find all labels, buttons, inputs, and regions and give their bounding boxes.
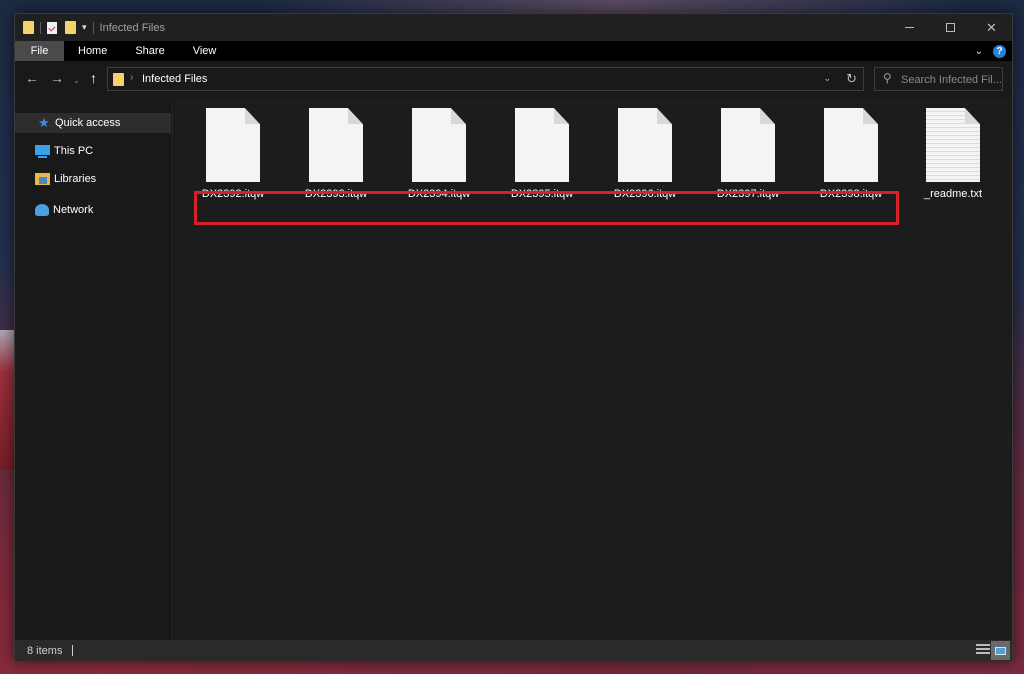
minimize-button[interactable]	[889, 14, 930, 41]
status-divider	[72, 645, 74, 656]
file-explorer-window: ▾ Infected Files ✕ File Home Share View …	[14, 13, 1013, 661]
window-controls: ✕	[889, 14, 1012, 41]
tab-share[interactable]: Share	[121, 41, 178, 61]
file-icon	[515, 108, 569, 182]
close-icon: ✕	[986, 19, 997, 35]
tab-home[interactable]: Home	[64, 41, 121, 61]
item-count: 8 items	[27, 644, 63, 657]
large-icons-view-button[interactable]	[991, 641, 1010, 660]
computer-icon	[35, 145, 50, 158]
highlight-annotation-box	[194, 191, 899, 225]
file-list: DX2392.itqw DX2393.itqw DX2394.itqw DX23…	[175, 98, 1012, 640]
address-bar[interactable]: › Infected Files ⌄ ↻	[107, 67, 864, 91]
refresh-icon[interactable]: ↻	[846, 71, 857, 87]
sidebar-item-label: Quick access	[55, 117, 121, 129]
search-box[interactable]: ⚲	[874, 67, 1003, 91]
up-button[interactable]: ↑	[90, 71, 97, 85]
libraries-icon	[35, 173, 50, 185]
star-icon: ★	[38, 115, 50, 130]
sidebar-item-label: Network	[53, 204, 94, 216]
toolbar-divider	[92, 21, 94, 34]
file-icon	[721, 108, 775, 182]
large-icons-icon	[995, 646, 1006, 655]
file-icon	[618, 108, 672, 182]
details-view-button[interactable]	[976, 644, 990, 656]
file-item[interactable]: _readme.txt	[908, 108, 998, 208]
file-icon	[824, 108, 878, 182]
sidebar-item-label: Libraries	[54, 173, 97, 185]
file-icon	[309, 108, 363, 182]
navigation-bar: ← → ⌄ ↑ › Infected Files ⌄ ↻ ⚲	[15, 61, 1012, 98]
ribbon-right-controls: ⌄ ?	[975, 41, 1006, 61]
sidebar-item-libraries[interactable]: Libraries	[15, 169, 171, 189]
network-icon	[35, 204, 49, 216]
maximize-icon	[946, 23, 955, 32]
forward-button[interactable]: →	[50, 71, 64, 85]
status-bar: 8 items	[15, 640, 1012, 661]
sidebar-item-this-pc[interactable]: This PC	[15, 141, 171, 161]
tab-view[interactable]: View	[179, 41, 231, 61]
address-dropdown-icon[interactable]: ⌄	[823, 73, 831, 84]
close-button[interactable]: ✕	[971, 14, 1012, 41]
file-icon	[206, 108, 260, 182]
breadcrumb-infected-files[interactable]: Infected Files	[142, 73, 207, 85]
sidebar-item-quick-access[interactable]: ★ Quick access	[15, 113, 171, 133]
ribbon-tabs: File Home Share View ⌄ ?	[15, 41, 1012, 61]
new-folder-icon[interactable]	[65, 21, 76, 34]
tab-file[interactable]: File	[15, 41, 64, 61]
minimize-icon	[905, 27, 914, 28]
maximize-button[interactable]	[930, 14, 971, 41]
search-input[interactable]	[901, 72, 1001, 87]
folder-icon	[113, 73, 124, 86]
help-icon[interactable]: ?	[993, 44, 1006, 58]
customize-dropdown-icon[interactable]: ▾	[82, 22, 87, 33]
folder-icon	[23, 21, 34, 34]
breadcrumb-separator[interactable]: ›	[130, 72, 133, 83]
file-name: _readme.txt	[923, 188, 983, 200]
file-icon	[412, 108, 466, 182]
sidebar-item-label: This PC	[54, 145, 94, 157]
navigation-pane: ★ Quick access This PC Libraries Network	[15, 106, 173, 640]
sidebar-item-network[interactable]: Network	[15, 200, 171, 220]
title-bar: ▾ Infected Files ✕	[15, 14, 1012, 41]
back-button[interactable]: ←	[25, 71, 39, 85]
recent-locations-button[interactable]: ⌄	[73, 74, 80, 88]
search-icon: ⚲	[883, 71, 892, 85]
quick-access-toolbar: ▾	[15, 14, 100, 41]
toolbar-divider	[40, 21, 41, 34]
expand-ribbon-icon[interactable]: ⌄	[975, 46, 983, 57]
text-file-icon	[926, 108, 980, 182]
window-title: Infected Files	[99, 21, 165, 34]
properties-icon[interactable]	[47, 21, 57, 34]
